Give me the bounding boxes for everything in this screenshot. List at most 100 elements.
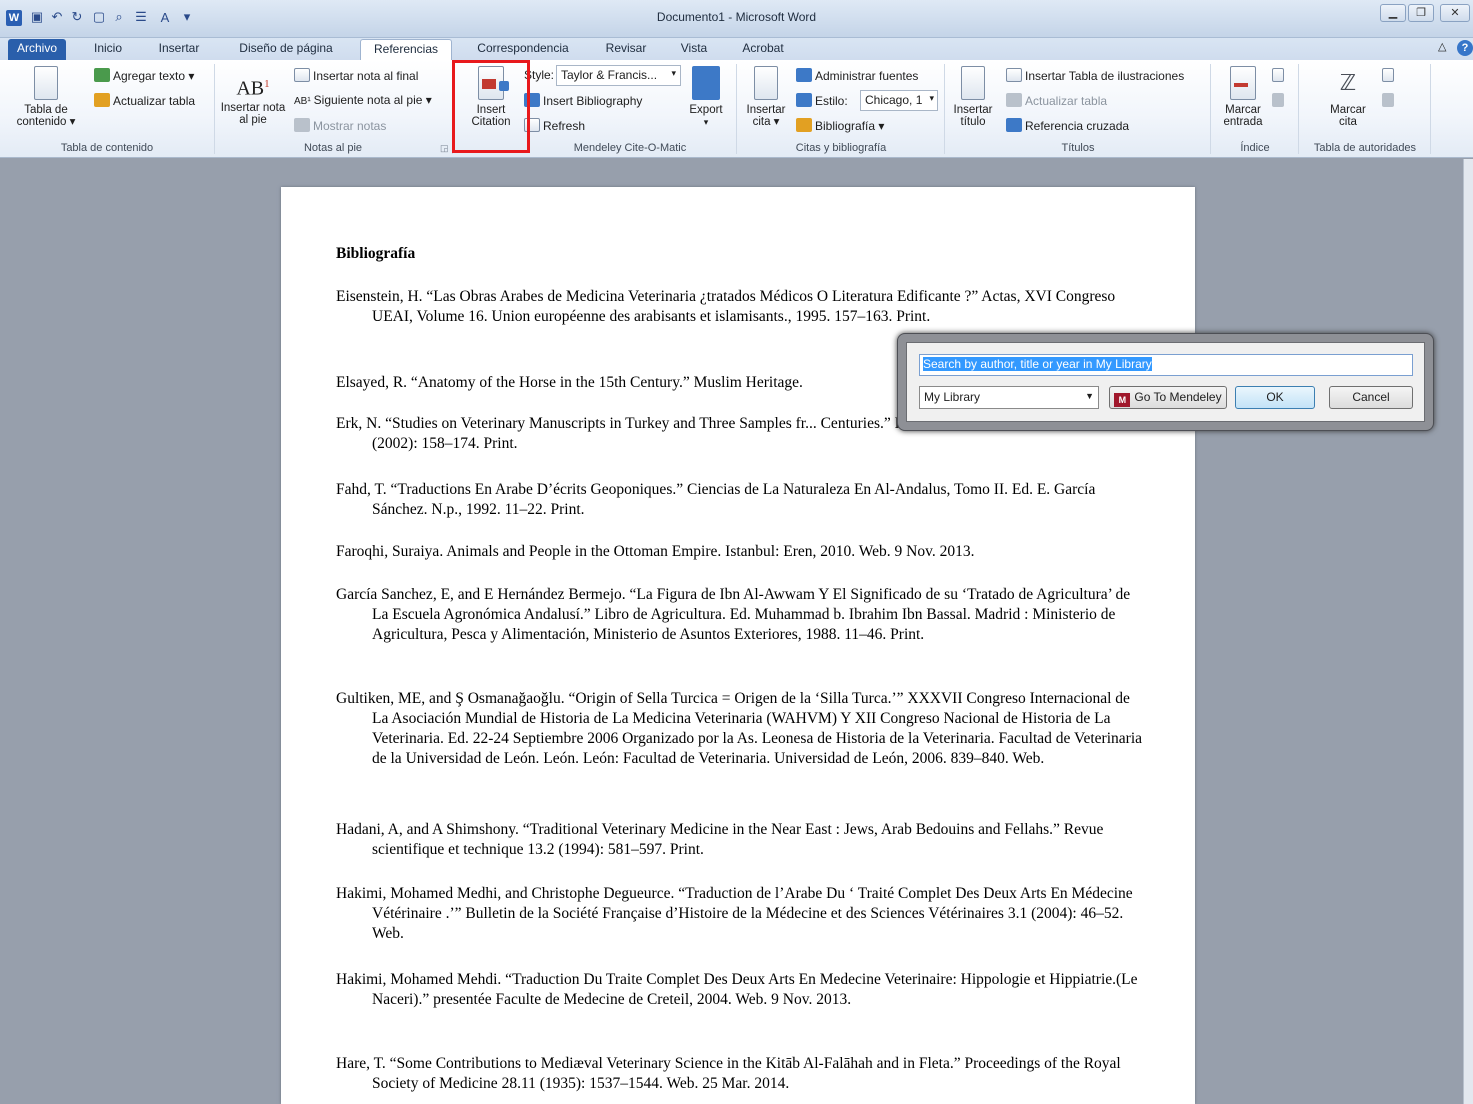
mark-citation-button[interactable]: ℤ Marcar cita: [1320, 66, 1376, 128]
cross-reference-icon: [1006, 118, 1022, 132]
insert-bibliography-button[interactable]: Insert Bibliography: [524, 93, 642, 108]
cross-reference-button[interactable]: Referencia cruzada: [1006, 118, 1129, 133]
manage-sources-label: Administrar fuentes: [815, 69, 919, 83]
footnotes-dialog-launcher-icon[interactable]: ◲: [440, 143, 449, 154]
add-text-button[interactable]: Agregar texto ▾: [94, 68, 194, 83]
insert-endnote-button[interactable]: Insertar nota al final: [294, 68, 418, 83]
group-label-toc: Tabla de contenido: [60, 142, 154, 154]
tab-diseno-pagina[interactable]: Diseño de página: [226, 39, 346, 60]
tab-acrobat[interactable]: Acrobat: [734, 39, 792, 60]
chevron-down-icon: ▾: [929, 93, 934, 103]
manage-sources-button[interactable]: Administrar fuentes: [796, 68, 918, 83]
bibliography-button[interactable]: Bibliografía ▾: [796, 118, 884, 133]
group-separator: [214, 64, 215, 154]
mark-entry-label: Marcar entrada: [1223, 104, 1263, 128]
group-label-mendeley: Mendeley Cite-O-Matic: [573, 142, 687, 154]
insert-footnote-button[interactable]: AB1 Insertar nota al pie: [218, 70, 288, 126]
minimize-button[interactable]: ▁: [1380, 4, 1406, 22]
group-label-index: Índice: [1240, 142, 1270, 154]
next-footnote-icon: AB¹: [294, 96, 311, 107]
show-notes-label: Mostrar notas: [313, 119, 387, 133]
bibliography-heading: Bibliografía: [336, 245, 416, 262]
bibliography-entry: Fahd, T. “Traductions En Arabe D’écrits …: [336, 481, 1096, 518]
tab-referencias[interactable]: Referencias: [360, 39, 452, 60]
next-footnote-button[interactable]: AB¹ Siguiente nota al pie ▾: [294, 93, 432, 107]
insert-cite-button[interactable]: Insertar cita ▾: [740, 66, 792, 128]
help-icon[interactable]: ?: [1457, 40, 1473, 56]
update-figures-table-button[interactable]: Actualizar tabla: [1006, 93, 1107, 108]
document-page[interactable]: Bibliografía Eisenstein, H. “Las Obras A…: [281, 187, 1195, 1104]
library-select-value: My Library: [924, 390, 981, 404]
bibliography-icon: [796, 118, 812, 132]
citation-search-input[interactable]: Search by author, title or year in My Li…: [919, 354, 1413, 376]
insert-bibliography-label: Insert Bibliography: [543, 94, 643, 108]
table-of-contents-button[interactable]: Tabla de contenido ▾: [14, 66, 78, 128]
tab-inicio[interactable]: Inicio: [84, 39, 132, 60]
group-label-footnotes: Notas al pie: [303, 142, 363, 154]
mendeley-logo-icon: M: [1114, 393, 1131, 407]
show-notes-icon: [294, 118, 310, 132]
library-select[interactable]: My Library ▼: [919, 386, 1099, 409]
update-authorities-glyph: [1382, 93, 1394, 107]
mendeley-style-value: Taylor & Francis...: [561, 68, 658, 82]
insert-table-figures-button[interactable]: Insertar Tabla de ilustraciones: [1006, 68, 1184, 83]
insert-index-glyph: [1272, 68, 1284, 82]
export-label: Export: [689, 104, 723, 116]
tab-revisar[interactable]: Revisar: [596, 39, 656, 60]
go-to-mendeley-button[interactable]: M Go To Mendeley: [1109, 386, 1227, 409]
minimize-ribbon-icon[interactable]: △: [1438, 40, 1446, 53]
title-bar: W ▣ ↶ ↻ ▢ ⌕ ☰ A ▾ Documento1 - Microsoft…: [0, 0, 1473, 38]
update-index-icon[interactable]: [1272, 93, 1287, 108]
dialog-body: Search by author, title or year in My Li…: [906, 342, 1425, 422]
cancel-button[interactable]: Cancel: [1329, 386, 1413, 409]
search-text: Search by author, title or year in My Li…: [923, 357, 1152, 371]
mark-entry-red-icon: [1234, 83, 1248, 87]
export-button[interactable]: Export ▾: [684, 66, 728, 128]
insert-footnote-label: Insertar nota al pie: [220, 102, 286, 126]
tab-archivo[interactable]: Archivo: [8, 39, 66, 60]
refresh-button[interactable]: Refresh: [524, 118, 585, 133]
bibliography-entry: Hakimi, Mohamed Mehdi. “Traduction Du Tr…: [336, 971, 1138, 1008]
insert-table-figures-icon: [1006, 68, 1022, 82]
update-table-icon: [94, 93, 110, 107]
bibliography-entry: Faroqhi, Suraiya. Animals and People in …: [336, 543, 975, 560]
group-separator: [944, 64, 945, 154]
go-to-mendeley-label: Go To Mendeley: [1134, 390, 1222, 404]
citation-style-select[interactable]: Chicago, 1 ▾: [860, 90, 938, 111]
update-toc-button[interactable]: Actualizar tabla: [94, 93, 195, 108]
vertical-scrollbar[interactable]: [1463, 159, 1473, 1104]
bibliography-entry: Hakimi, Mohamed Medhi, and Christophe De…: [336, 885, 1133, 942]
footnote-ab-icon: AB1: [236, 77, 270, 100]
group-separator: [1210, 64, 1211, 154]
bibliography-entry: Gultiken, ME, and Ş Osmanağaoğlu. “Origi…: [336, 690, 1143, 767]
insert-authorities-icon[interactable]: [1382, 68, 1397, 83]
mendeley-citation-dialog: Search by author, title or year in My Li…: [897, 333, 1434, 431]
close-button[interactable]: ✕: [1440, 4, 1470, 22]
update-authorities-icon[interactable]: [1382, 93, 1397, 108]
ok-button[interactable]: OK: [1235, 386, 1315, 409]
table-of-contents-icon: [34, 66, 58, 100]
show-notes-button[interactable]: Mostrar notas: [294, 118, 386, 133]
mark-entry-button[interactable]: Marcar entrada: [1214, 66, 1272, 128]
citation-style-text: Estilo:: [815, 94, 848, 108]
bibliography-entry: Hadani, A, and A Shimshony. “Traditional…: [336, 821, 1104, 858]
mendeley-style-select[interactable]: Taylor & Francis... ▾: [556, 65, 681, 86]
table-of-contents-label: Tabla de contenido ▾: [16, 104, 76, 128]
restore-button[interactable]: ❐: [1408, 4, 1434, 22]
chevron-down-icon: ▼: [1085, 391, 1094, 401]
insert-caption-label: Insertar título: [953, 104, 993, 128]
add-text-label: Agregar texto ▾: [113, 69, 195, 83]
insert-caption-button[interactable]: Insertar título: [948, 66, 998, 128]
tab-insertar[interactable]: Insertar: [150, 39, 208, 60]
group-separator: [1298, 64, 1299, 154]
update-figures-table-label: Actualizar tabla: [1025, 94, 1108, 108]
bibliography-entry: García Sanchez, E, and E Hernández Berme…: [336, 586, 1131, 643]
bibliography-entry: Eisenstein, H. “Las Obras Arabes de Medi…: [336, 288, 1116, 325]
next-footnote-label: Siguiente nota al pie ▾: [313, 93, 432, 107]
insert-index-icon[interactable]: [1272, 68, 1287, 83]
tab-vista[interactable]: Vista: [670, 39, 718, 60]
chevron-down-icon: ▾: [671, 68, 676, 78]
group-separator: [736, 64, 737, 154]
insert-endnote-label: Insertar nota al final: [313, 69, 419, 83]
tab-correspondencia[interactable]: Correspondencia: [466, 39, 580, 60]
